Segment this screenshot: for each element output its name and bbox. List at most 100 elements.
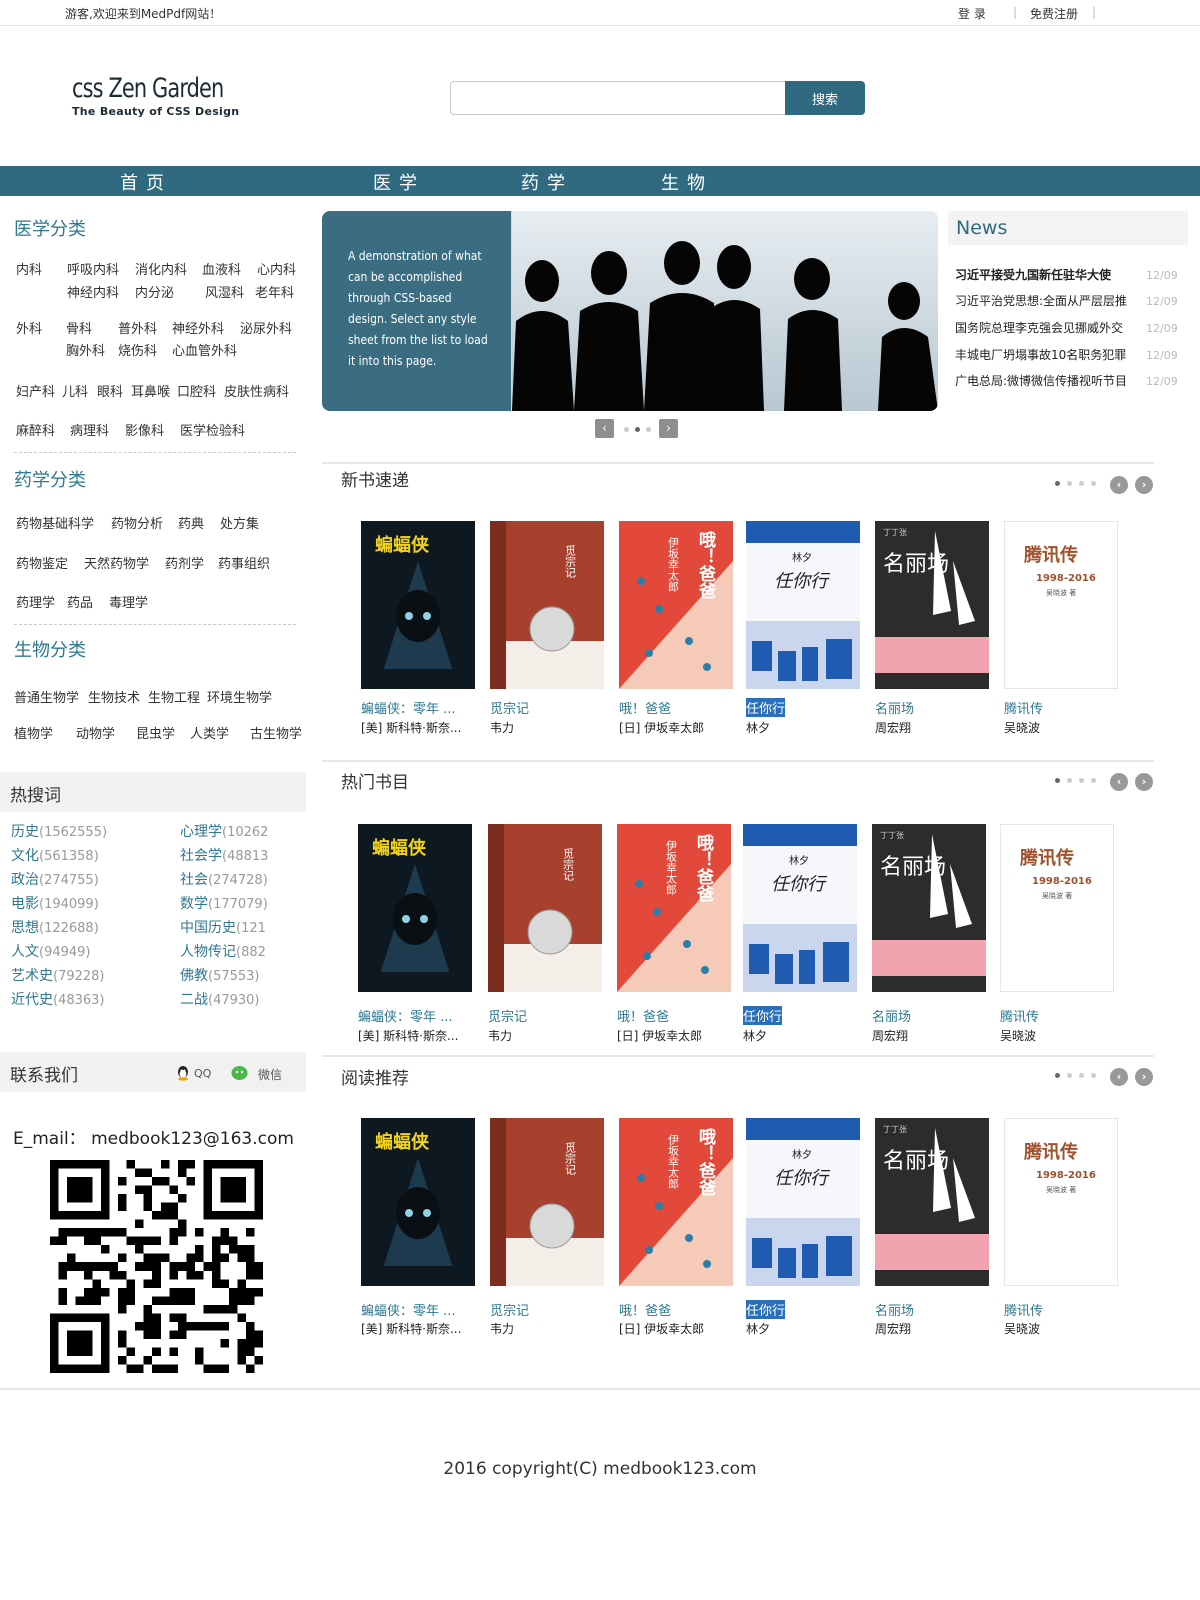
hot-search-item[interactable]: 社会学(48813 — [180, 845, 280, 865]
book-cover[interactable]: 觅宗记 — [490, 1118, 604, 1286]
hot-search-item[interactable]: 人文(94949) — [11, 941, 106, 961]
book-cover[interactable]: 丁丁张 名丽场 — [875, 1118, 989, 1286]
category-link[interactable]: 麻醉科 — [16, 420, 55, 439]
category-link[interactable]: 妇产科 — [16, 381, 55, 400]
next-arrow-icon[interactable]: › — [1135, 476, 1153, 494]
category-link[interactable]: 环境生物学 — [207, 687, 272, 706]
book-title[interactable]: 蝙蝠侠：零年 ... — [361, 698, 456, 717]
book-cover[interactable]: 觅宗记 — [490, 521, 604, 689]
category-link[interactable]: 血液科 — [202, 259, 241, 278]
book-title[interactable]: 蝙蝠侠：零年 ... — [358, 1006, 453, 1025]
nav-medicine[interactable]: 医学 — [373, 169, 425, 195]
book-title[interactable]: 觅宗记 — [488, 1006, 527, 1025]
book-title[interactable]: 蝙蝠侠：零年 ... — [361, 1300, 456, 1319]
hot-search-item[interactable]: 思想(122688) — [11, 917, 106, 937]
qq-icon[interactable] — [175, 1065, 191, 1085]
category-link[interactable]: 普外科 — [118, 318, 157, 337]
next-arrow-icon[interactable]: › — [1135, 773, 1153, 791]
book-cover[interactable]: 伊坂幸太郎 哦！爸爸 — [617, 824, 731, 992]
pager-dot[interactable] — [1079, 481, 1084, 486]
login-link[interactable]: 登 录 — [958, 5, 986, 22]
book-title[interactable]: 腾讯传 — [1004, 698, 1043, 717]
category-link[interactable]: 内科 — [16, 259, 42, 278]
category-link[interactable]: 药物鉴定 — [16, 553, 68, 572]
category-link[interactable]: 医学检验科 — [180, 420, 245, 439]
book-cover[interactable]: 腾讯传 1998-2016 吴晓波 著 — [1000, 824, 1114, 992]
category-link[interactable]: 神经内科 — [67, 282, 119, 301]
category-link[interactable]: 儿科 — [62, 381, 88, 400]
category-link[interactable]: 药物分析 — [111, 513, 163, 532]
book-title[interactable]: 名丽场 — [872, 1006, 911, 1025]
banner-prev-button[interactable]: ‹ — [595, 419, 614, 438]
hot-search-item[interactable]: 心理学(10262 — [180, 821, 280, 841]
book-title[interactable]: 觅宗记 — [490, 1300, 529, 1319]
book-title[interactable]: 任你行 — [743, 1006, 783, 1025]
banner-next-button[interactable]: › — [659, 419, 678, 438]
prev-arrow-icon[interactable]: ‹ — [1110, 476, 1128, 494]
news-item[interactable]: 习近平治党思想:全面从严层层推 — [955, 292, 1137, 309]
hot-search-item[interactable]: 艺术史(79228) — [11, 965, 106, 985]
register-link[interactable]: 免费注册 — [1030, 5, 1078, 22]
category-link[interactable]: 老年科 — [255, 282, 294, 301]
category-link[interactable]: 骨科 — [66, 318, 92, 337]
pager-dot[interactable] — [1055, 1073, 1060, 1078]
hot-search-item[interactable]: 社会(274728) — [180, 869, 280, 889]
book-title[interactable]: 任你行 — [746, 1300, 786, 1319]
banner-dot[interactable] — [646, 427, 651, 432]
nav-home[interactable]: 首页 — [120, 169, 172, 195]
category-link[interactable]: 耳鼻喉 — [131, 381, 170, 400]
prev-arrow-icon[interactable]: ‹ — [1110, 773, 1128, 791]
category-link[interactable]: 植物学 — [14, 723, 53, 742]
category-link[interactable]: 口腔科 — [177, 381, 216, 400]
wechat-icon[interactable] — [231, 1065, 248, 1085]
book-title[interactable]: 腾讯传 — [1004, 1300, 1043, 1319]
banner-dot-active[interactable] — [635, 427, 640, 432]
category-link[interactable]: 毒理学 — [109, 592, 148, 611]
banner-dot[interactable] — [624, 427, 629, 432]
category-link[interactable]: 皮肤性病科 — [224, 381, 289, 400]
hot-search-item[interactable]: 佛教(57553) — [180, 965, 280, 985]
news-item[interactable]: 习近平接受九国新任驻华大使 — [955, 266, 1137, 283]
hot-search-item[interactable]: 二战(47930) — [180, 989, 280, 1009]
news-item[interactable]: 广电总局:微博微信传播视听节目 — [955, 372, 1137, 389]
category-link[interactable]: 药剂学 — [165, 553, 204, 572]
book-cover[interactable]: 腾讯传 1998-2016 吴晓波 著 — [1004, 521, 1118, 689]
hot-search-item[interactable]: 电影(194099) — [11, 893, 106, 913]
category-link[interactable]: 普通生物学 — [14, 687, 79, 706]
prev-arrow-icon[interactable]: ‹ — [1110, 1068, 1128, 1086]
hot-search-item[interactable]: 人物传记(882 — [180, 941, 280, 961]
category-link[interactable]: 药品 — [67, 592, 93, 611]
book-cover[interactable]: 伊坂幸太郎 哦！爸爸 — [619, 1118, 733, 1286]
hot-search-item[interactable]: 历史(1562555) — [11, 821, 106, 841]
site-logo[interactable]: css Zen Garden The Beauty of CSS Design — [72, 75, 248, 119]
category-link[interactable]: 外科 — [16, 318, 42, 337]
category-link[interactable]: 生物工程 — [148, 687, 200, 706]
book-cover[interactable]: 觅宗记 — [488, 824, 602, 992]
category-link[interactable]: 天然药物学 — [84, 553, 149, 572]
category-link[interactable]: 昆虫学 — [136, 723, 175, 742]
banner-slider[interactable]: A demonstration of what can be accomplis… — [322, 211, 938, 411]
book-title[interactable]: 哦！爸爸 — [619, 698, 671, 717]
category-link[interactable]: 处方集 — [220, 513, 259, 532]
category-link[interactable]: 泌尿外科 — [240, 318, 292, 337]
category-link[interactable]: 古生物学 — [250, 723, 302, 742]
pager-dot[interactable] — [1067, 481, 1072, 486]
category-link[interactable]: 影像科 — [125, 420, 164, 439]
category-link[interactable]: 药事组织 — [218, 553, 270, 572]
category-link[interactable]: 生物技术 — [88, 687, 140, 706]
book-cover[interactable]: 丁丁张 名丽场 — [875, 521, 989, 689]
book-title[interactable]: 腾讯传 — [1000, 1006, 1039, 1025]
book-cover[interactable]: 伊坂幸太郎 哦！爸爸 — [619, 521, 733, 689]
pager-dot[interactable] — [1055, 778, 1060, 783]
category-link[interactable]: 动物学 — [76, 723, 115, 742]
search-button[interactable]: 搜索 — [785, 81, 865, 115]
nav-pharmacy[interactable]: 药学 — [521, 169, 573, 195]
category-link[interactable]: 胸外科 — [66, 340, 105, 359]
hot-search-item[interactable]: 文化(561358) — [11, 845, 106, 865]
category-link[interactable]: 烧伤科 — [118, 340, 157, 359]
search-input[interactable] — [450, 81, 786, 115]
book-cover[interactable]: 林夕 任你行 — [746, 521, 860, 689]
category-link[interactable]: 病理科 — [70, 420, 109, 439]
book-title[interactable]: 名丽场 — [875, 1300, 914, 1319]
hot-search-item[interactable]: 近代史(48363) — [11, 989, 106, 1009]
